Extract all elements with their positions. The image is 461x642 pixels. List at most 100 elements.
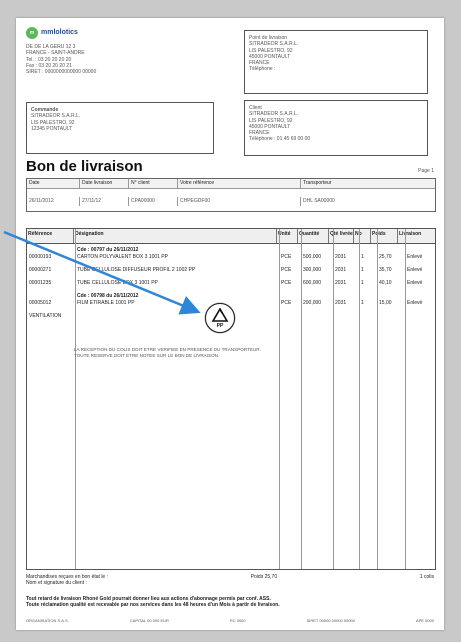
logo-text: mmlolotics bbox=[41, 28, 78, 36]
cell-nb bbox=[359, 293, 377, 299]
cell-ref bbox=[27, 293, 75, 299]
col-header-count: Nb bbox=[354, 229, 371, 243]
header-col: Votre référence bbox=[178, 179, 301, 188]
cell-weight bbox=[377, 313, 405, 319]
header-val: 26/11/2012 bbox=[27, 197, 80, 206]
cell-deliv: 2031 bbox=[335, 254, 347, 260]
cell-ref: 00000193 bbox=[29, 254, 52, 260]
cell-status: Enlevé bbox=[407, 254, 423, 260]
cell-ref: 00000271 bbox=[29, 267, 52, 273]
delivery-note-remark: LA RECEPTION DU COLIS DOIT ETRE VERIFIEE… bbox=[74, 347, 261, 358]
cell-weight bbox=[377, 247, 405, 253]
cell-status: Enlevé bbox=[407, 280, 423, 286]
cell-ref: VENTILATION bbox=[29, 313, 62, 319]
cell-weight: 35,70 bbox=[379, 267, 392, 273]
cell-nb: 1 bbox=[361, 254, 364, 260]
items-table: Référence Désignation Unité Quantité Qté… bbox=[26, 228, 436, 570]
cell-qty: 300,000 bbox=[303, 267, 322, 273]
table-row: Cde : 00798 du 26/11/2012 bbox=[27, 293, 435, 299]
cell-desc: FILM ETIRABLE 1001 PP bbox=[77, 300, 135, 306]
header-info-table: Date Date livraison N° client Votre réfé… bbox=[26, 178, 436, 212]
bill-to-box: Client SITRADEOR S.A.R.L. LIS PALESTRO, … bbox=[244, 100, 428, 156]
cell-desc: TUBE CELLULOSE DIFFUSEUR PROFIL 2 1002 P… bbox=[77, 267, 196, 273]
cell-unit bbox=[279, 247, 301, 253]
col-header-designation: Désignation bbox=[74, 229, 277, 243]
cell-nb bbox=[359, 313, 377, 319]
col-header-status: Livraison bbox=[399, 231, 422, 237]
header-val: 27/11/12 bbox=[80, 197, 129, 206]
cell-deliv bbox=[333, 247, 359, 253]
table-row: Cde : 00797 du 26/11/2012 bbox=[27, 247, 435, 253]
cell-status bbox=[405, 313, 435, 319]
cell-ref bbox=[27, 247, 75, 253]
cell-weight: 25,70 bbox=[379, 254, 392, 260]
header-val: CPA00000 bbox=[129, 197, 178, 206]
cell-unit bbox=[279, 293, 301, 299]
header-col: N° client bbox=[129, 179, 178, 188]
cell-unit: PCE bbox=[281, 300, 292, 306]
cell-unit: PCE bbox=[281, 267, 292, 273]
cell-desc: Cde : 00797 du 26/11/2012 bbox=[77, 247, 139, 253]
sender-address: DE DE LA GERU 12 3 FRANCE - SAINT-ANDRE … bbox=[26, 44, 96, 75]
cell-nb: 1 bbox=[361, 300, 364, 306]
footer-info: APE 0000 bbox=[415, 618, 434, 623]
sender-line: SIRET : 0000000000000 00000 bbox=[26, 69, 97, 75]
cell-nb: 1 bbox=[361, 280, 364, 286]
cell-deliv: 2031 bbox=[335, 300, 347, 306]
cell-unit: PCE bbox=[281, 254, 292, 260]
header-val: CHPEGDF00 bbox=[178, 197, 301, 206]
cell-weight: 15,00 bbox=[379, 300, 392, 306]
table-row: 00000271 TUBE CELLULOSE DIFFUSEUR PROFIL … bbox=[27, 267, 435, 273]
cell-desc: Cde : 00798 du 26/11/2012 bbox=[77, 293, 139, 299]
recycle-badge: PP bbox=[205, 303, 235, 333]
col-header-reference: Référence bbox=[27, 229, 74, 243]
cell-weight bbox=[377, 293, 405, 299]
col-header-quantity: Quantité bbox=[298, 229, 329, 243]
cell-status bbox=[405, 293, 435, 299]
header-col: Transporteur bbox=[303, 180, 332, 186]
header-col: Date livraison bbox=[80, 179, 129, 188]
col-header-weight: Poids bbox=[371, 229, 398, 243]
footer-weight: Poids 25,70 bbox=[250, 574, 278, 580]
cell-qty: 500,000 bbox=[303, 254, 322, 260]
footer-legal: Tout retard de livraison Rhoné Gold pour… bbox=[26, 596, 434, 609]
cell-deliv bbox=[333, 293, 359, 299]
recycle-label: PP bbox=[217, 323, 224, 328]
table-row: 00000193 CARTON POLYVALENT BOX 3 1001 PP P… bbox=[27, 254, 435, 260]
cell-ref: 00005012 bbox=[29, 300, 52, 306]
footer-receipt: Marchandises reçues en bon état le : Nom… bbox=[26, 574, 434, 587]
cell-deliv: 2031 bbox=[335, 267, 347, 273]
cell-unit bbox=[279, 313, 301, 319]
ship-to-box: Point de livraison SITRADEOR S.A.R.L. LI… bbox=[244, 30, 428, 94]
cell-nb: 1 bbox=[361, 267, 364, 273]
recycle-icon: PP bbox=[211, 308, 229, 328]
items-table-header: Référence Désignation Unité Quantité Qté… bbox=[27, 229, 435, 244]
cell-desc: TUBE CELLULOSE BOX 3 1001 PP bbox=[77, 280, 158, 286]
header-val: DHL SA00000 bbox=[303, 198, 335, 204]
footer-info: SIRET 00000 00000 00000 bbox=[306, 618, 355, 623]
document-title: Bon de livraison bbox=[26, 158, 143, 175]
page-number: Page 1 bbox=[418, 168, 434, 174]
ship-to-line: Téléphone : bbox=[249, 66, 276, 73]
footer-company-info: ORGANISATION S.A.S. CAPITAL 00 000 EUR R… bbox=[26, 618, 434, 623]
footer-info: RC 0000 bbox=[229, 618, 246, 623]
logo-mark: m bbox=[26, 27, 38, 39]
cell-ref: 00001235 bbox=[29, 280, 52, 286]
cell-qty: 600,000 bbox=[303, 280, 322, 286]
header-columns: Date Date livraison N° client Votre réfé… bbox=[27, 179, 435, 189]
footer-info: ORGANISATION S.A.S. bbox=[26, 618, 69, 623]
cell-nb bbox=[359, 247, 377, 253]
cell-deliv: 2031 bbox=[335, 280, 347, 286]
bill-to-line: Téléphone : 01 45 69 00 00 bbox=[249, 136, 311, 143]
cell-desc bbox=[75, 313, 279, 319]
table-row: 00001235 TUBE CELLULOSE BOX 3 1001 PP PCE 6… bbox=[27, 280, 435, 286]
cell-qty bbox=[301, 313, 333, 319]
cell-qty bbox=[301, 293, 333, 299]
cell-status: Enlevé bbox=[407, 267, 423, 273]
cell-qty: 200,000 bbox=[303, 300, 322, 306]
footer-legal-line: Toute réclamation qualité est recevable … bbox=[26, 602, 280, 609]
footer-signature-label: Nom et signature du client : bbox=[26, 580, 87, 587]
client-box: Commande SITRADEOR S.A.R.L. LIS PALESTRO… bbox=[26, 102, 214, 154]
client-line: 12345 PONTAULT bbox=[31, 125, 73, 132]
cell-desc: CARTON POLYVALENT BOX 3 1001 PP bbox=[77, 254, 168, 260]
